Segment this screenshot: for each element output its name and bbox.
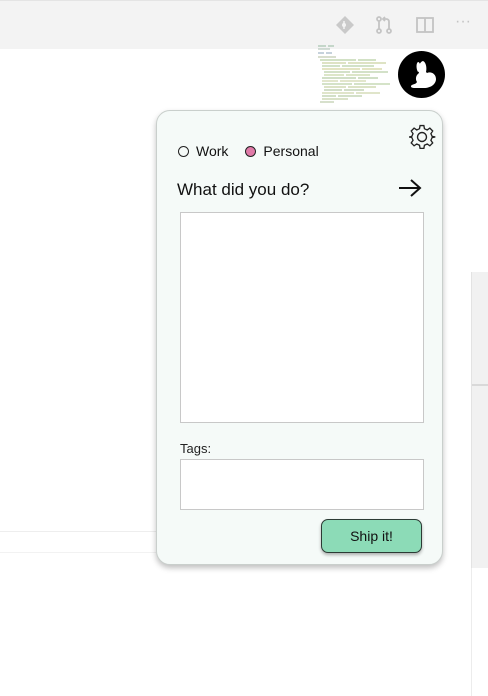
radio-work-label: Work	[196, 143, 229, 159]
tags-label: Tags:	[180, 441, 212, 456]
radio-work-indicator[interactable]	[178, 145, 189, 157]
tags-input[interactable]	[180, 459, 424, 510]
editor-divider	[0, 552, 156, 553]
arrow-right-icon[interactable]	[397, 177, 423, 199]
radio-personal[interactable]: Personal	[245, 143, 319, 159]
entry-prompt: What did you do?	[177, 180, 310, 199]
ship-it-button[interactable]: Ship it!	[321, 519, 422, 553]
radio-personal-indicator[interactable]	[245, 145, 257, 157]
gear-icon[interactable]	[408, 123, 436, 151]
pull-request-icon[interactable]	[374, 15, 394, 35]
radio-work[interactable]: Work	[178, 143, 228, 159]
code-minimap	[316, 44, 392, 106]
split-editor-icon[interactable]	[415, 15, 435, 35]
rabbit-logo-icon[interactable]	[398, 51, 445, 98]
side-panel	[471, 272, 488, 568]
radio-personal-label: Personal	[263, 143, 319, 159]
entry-textarea[interactable]	[180, 212, 424, 423]
mode-selector: Work Personal	[178, 142, 319, 160]
panel-divider	[472, 384, 488, 386]
git-diamond-icon[interactable]	[335, 15, 355, 35]
editor-divider	[0, 531, 156, 532]
editor-title-bar: ···	[0, 0, 488, 49]
more-icon[interactable]: ···	[455, 13, 481, 33]
log-entry-popup: Work Personal What did you do? Tags: Shi…	[156, 110, 443, 565]
panel-edge	[471, 568, 472, 696]
